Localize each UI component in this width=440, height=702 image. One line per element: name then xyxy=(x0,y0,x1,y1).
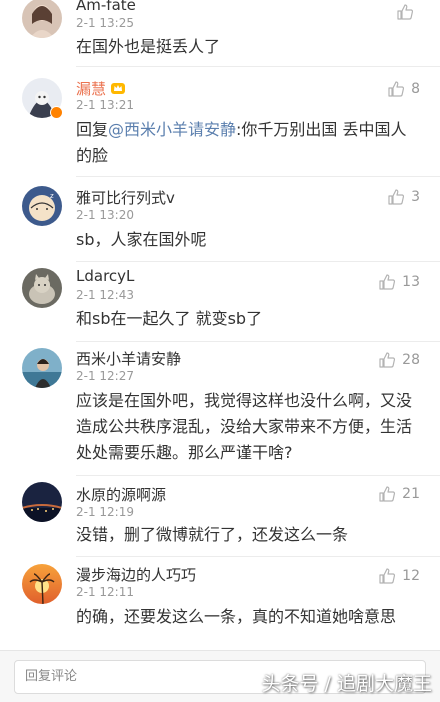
commenter-name[interactable]: 水原的源啊源 xyxy=(76,484,166,505)
comment-time: 2-1 13:21 xyxy=(76,98,134,112)
like-button[interactable] xyxy=(396,2,420,22)
avatar[interactable] xyxy=(22,482,62,522)
comment-item: LdarcyL 2-1 12:43 和sb在一起久了 就变sb了 13 xyxy=(0,262,440,342)
svg-text:z: z xyxy=(50,192,54,200)
comment-item: 漫步海边的人巧巧 2-1 12:11 的确，还要发这么一条，真的不知道她啥意思 … xyxy=(0,557,440,650)
comment-text: 回复@西米小羊请安静:你千万别出国 丢中国人的脸 xyxy=(76,117,421,169)
like-button[interactable]: 13 xyxy=(378,272,420,292)
comment-item: 西米小羊请安静 2-1 12:27 应该是在国外吧，我觉得这样也没什么啊，又没造… xyxy=(0,342,440,476)
thumbs-up-icon xyxy=(378,485,396,503)
commenter-name[interactable]: 漏慧 xyxy=(76,78,126,99)
commenter-name[interactable]: LdarcyL xyxy=(76,267,134,285)
like-button[interactable]: 28 xyxy=(378,350,420,370)
thumbs-up-icon xyxy=(378,351,396,369)
verified-badge-icon xyxy=(50,106,63,119)
comment-feed: Am-fate 2-1 13:25 在国外也是挺丢人了 漏慧 2-1 13:21… xyxy=(0,0,440,650)
comment-time: 2-1 12:11 xyxy=(76,585,134,599)
avatar[interactable] xyxy=(22,0,62,38)
thumbs-up-icon xyxy=(378,567,396,585)
like-button[interactable]: 3 xyxy=(387,187,420,207)
comment-item: 漏慧 2-1 13:21 回复@西米小羊请安静:你千万别出国 丢中国人的脸 8 xyxy=(0,67,440,177)
like-count: 8 xyxy=(411,81,420,97)
comment-text: 没错，删了微博就行了，还发这么一条 xyxy=(76,525,349,544)
like-count: 28 xyxy=(402,352,420,368)
like-count: 12 xyxy=(402,568,420,584)
reply-prefix: 回复 xyxy=(76,120,109,139)
commenter-name[interactable]: 漫步海边的人巧巧 xyxy=(76,564,196,585)
avatar[interactable] xyxy=(22,564,62,604)
thumbs-up-icon xyxy=(387,80,405,98)
comment-item: Am-fate 2-1 13:25 在国外也是挺丢人了 xyxy=(0,0,440,67)
commenter-name[interactable]: 西米小羊请安静 xyxy=(76,348,181,369)
like-button[interactable]: 12 xyxy=(378,566,420,586)
comment-text: sb，人家在国外呢 xyxy=(76,230,207,249)
like-count: 3 xyxy=(411,189,420,205)
comment-text: 和sb在一起久了 就变sb了 xyxy=(76,309,263,328)
avatar[interactable] xyxy=(22,348,62,388)
commenter-name[interactable]: Am-fate xyxy=(76,0,136,14)
avatar[interactable]: z xyxy=(22,186,62,226)
comment-time: 2-1 12:19 xyxy=(76,505,134,519)
thumbs-up-icon xyxy=(387,188,405,206)
avatar[interactable] xyxy=(22,268,62,308)
like-button[interactable]: 8 xyxy=(387,79,420,99)
vip-crown-icon xyxy=(111,83,126,94)
thumbs-up-icon xyxy=(396,3,414,21)
like-count: 13 xyxy=(402,274,420,290)
like-button[interactable]: 21 xyxy=(378,484,420,504)
comment-item: z 雅可比行列式v 2-1 13:20 sb，人家在国外呢 3 xyxy=(0,177,440,262)
reply-bar: 回复评论 头条号 / 追剧大魔王 xyxy=(0,650,440,702)
watermark: 头条号 / 追剧大魔王 xyxy=(261,673,432,695)
commenter-name[interactable]: 雅可比行列式v xyxy=(76,187,175,208)
comment-time: 2-1 12:27 xyxy=(76,369,134,383)
like-count: 21 xyxy=(402,486,420,502)
comment-time: 2-1 13:25 xyxy=(76,16,134,30)
comment-item: 水原的源啊源 2-1 12:19 没错，删了微博就行了，还发这么一条 21 xyxy=(0,476,440,557)
thumbs-up-icon xyxy=(378,273,396,291)
comment-time: 2-1 12:43 xyxy=(76,288,134,302)
mention-link[interactable]: @西米小羊请安静 xyxy=(108,120,236,139)
comment-text: 在国外也是挺丢人了 xyxy=(76,37,221,56)
comment-text: 的确，还要发这么一条，真的不知道她啥意思 xyxy=(76,607,397,626)
comment-time: 2-1 13:20 xyxy=(76,208,134,222)
commenter-name-text: 漏慧 xyxy=(76,80,107,98)
comment-text: 应该是在国外吧，我觉得这样也没什么啊，又没造成公共秩序混乱，没给大家带来不方便，… xyxy=(76,391,413,462)
